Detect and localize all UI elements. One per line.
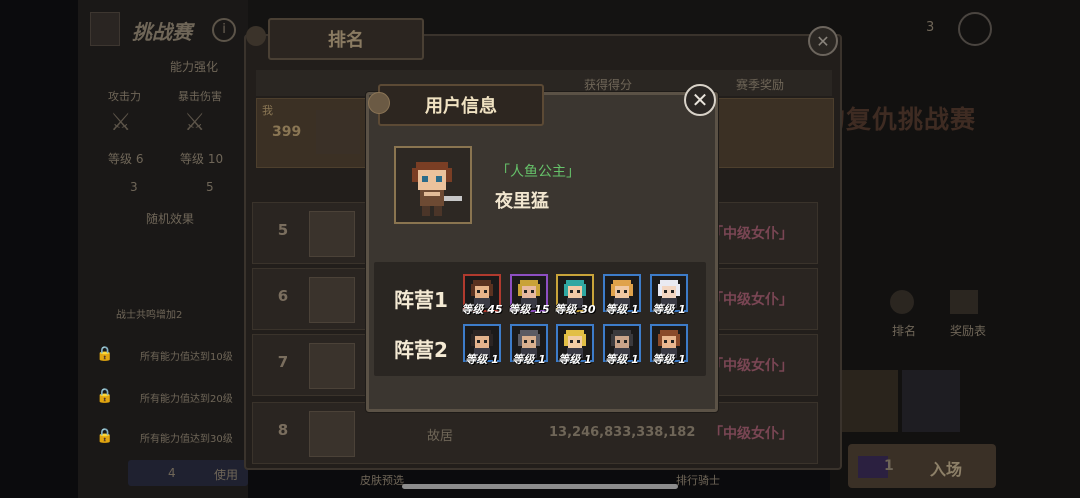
hero-level: 等级 1 [605,353,639,366]
entry-count: 1 [884,458,894,474]
stat-level: 等级 6 [108,152,144,166]
reward-label: 「中级女仆」 [709,226,793,242]
my-avatar [316,110,360,154]
menu-ranking[interactable]: 排名 [892,322,916,339]
event-title: 的复仇挑战赛 [820,105,977,134]
bottom-tab[interactable]: 排行骑士 [676,472,720,488]
menu-reward-table[interactable]: 奖励表 [950,322,986,339]
username: 夜里猛 [495,191,549,212]
stat-count: 3 [130,180,138,194]
tab-knob [368,92,390,114]
lock-icon: 🔒 [96,428,114,444]
hero-level: 等级 1 [558,353,592,366]
my-rank-score: 399 [272,124,302,140]
column-reward: 赛季奖励 [736,78,785,92]
side-heading: 能力强化 [170,60,219,74]
avatar [309,211,355,257]
stat-level: 等级 10 [180,152,224,166]
side-panel [78,0,248,498]
guild-name: 故居 [427,429,454,444]
top-count: 3 [926,20,935,35]
use-button[interactable]: 使用 [214,466,238,483]
team-label: 阵营1 [394,288,448,312]
effect-line: 所有能力值达到30级 [140,434,233,445]
stat-label: 暴击伤害 [178,90,222,103]
avatar [309,411,355,457]
avatar [309,277,355,323]
effect-line: 所有能力值达到20级 [140,394,233,405]
reward-label: 「中级女仆」 [709,292,793,308]
user-portrait [394,146,472,224]
user-info-tab: 用户信息 [378,84,544,126]
hero-level: 等级 30 [554,303,596,316]
rank-number: 6 [277,287,289,305]
reward-icon[interactable] [950,290,978,314]
ranking-tab-knob [246,26,266,46]
rank-number: 7 [277,353,289,371]
bottom-tab[interactable]: 皮肤预选 [360,472,404,488]
reward-label: 「中级女仆」 [709,426,793,442]
ranking-close-icon[interactable]: ✕ [808,26,838,56]
hero-sprite-icon [412,162,462,216]
hero-level: 等级 1 [465,353,499,366]
trophy-icon[interactable] [890,290,914,314]
lock-icon: 🔒 [96,388,114,404]
lock-icon: 🔒 [96,346,114,362]
crit-sword-icon: ⚔ [184,108,206,136]
ranking-tab: 排名 [268,18,424,60]
reward-card [836,370,898,432]
stat-count: 5 [206,180,214,194]
title-badge: 「人鱼公主」 [496,164,580,180]
hero-level: 等级 1 [652,353,686,366]
effects-heading: 随机效果 [146,212,195,226]
my-rank-label: 我 [262,104,273,117]
avatar [309,343,355,389]
info-icon[interactable]: i [212,18,236,42]
bg-close-icon[interactable] [958,12,992,46]
rank-number: 8 [277,421,289,439]
hero-level: 等级 15 [508,303,550,316]
effect-line: 战士共鸣增加2 [116,310,183,321]
column-score: 获得得分 [584,78,633,92]
home-indicator [402,484,678,489]
castle-icon [90,12,120,46]
rank-number: 5 [277,221,289,239]
effect-line: 所有能力值达到10级 [140,352,233,363]
hero-level: 等级 1 [512,353,546,366]
reward-label: 「中级女仆」 [709,358,793,374]
use-count: 4 [168,466,176,480]
hero-level: 等级 1 [605,303,639,316]
stat-label: 攻击力 [108,90,141,103]
hero-level: 等级 45 [461,303,503,316]
hero-level: 等级 1 [652,303,686,316]
sword-icon: ⚔ [110,108,132,136]
team-label: 阵营2 [394,338,448,362]
close-icon[interactable]: ✕ [684,84,716,116]
score-value: 13,246,833,338,182 [549,425,696,440]
header-title: 挑战赛 [132,20,192,44]
reward-card [902,370,960,432]
entry-label: 入场 [930,460,963,479]
